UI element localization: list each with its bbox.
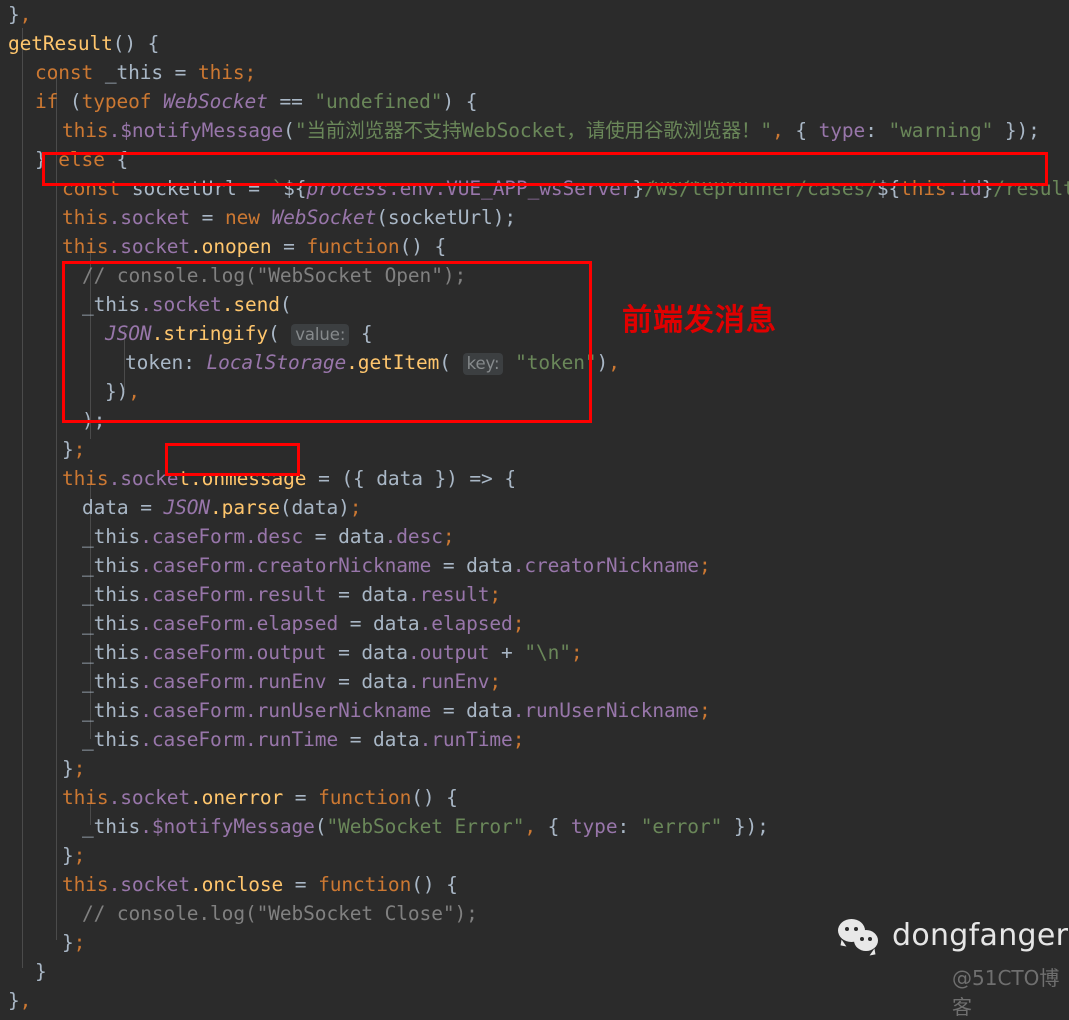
spellcheck-underline bbox=[645, 182, 749, 186]
code-line: _this.$notifyMessage("WebSocket Error", … bbox=[82, 815, 769, 838]
code-line: data = JSON.parse(data); bbox=[82, 496, 362, 519]
code-line: _this.caseForm.runEnv = data.runEnv; bbox=[82, 670, 502, 693]
code-line: _this.caseForm.runUserNickname = data.ru… bbox=[82, 699, 711, 722]
code-line: const socketUrl = `${process.env.VUE_APP… bbox=[62, 177, 1069, 200]
watermark-name: dongfanger bbox=[892, 918, 1069, 953]
code-line: _this.socket.send( bbox=[82, 293, 292, 316]
watermark: dongfanger bbox=[838, 918, 1068, 953]
code-line: this.socket.onerror = function() { bbox=[62, 786, 458, 809]
code-line: _this.caseForm.output = data.output + "\… bbox=[82, 641, 583, 664]
code-line: }), bbox=[105, 380, 140, 403]
wechat-icon bbox=[838, 918, 882, 953]
code-line: this.socket.onclose = function() { bbox=[62, 873, 458, 896]
code-line: }; bbox=[62, 844, 86, 867]
code-line: this.socket = new WebSocket(socketUrl); bbox=[62, 206, 516, 229]
code-line: const _this = this; bbox=[35, 61, 257, 84]
code-line: JSON.stringify( value: { bbox=[105, 322, 373, 346]
code-line: getResult() { bbox=[8, 32, 160, 55]
code-line: _this.caseForm.runTime = data.runTime; bbox=[82, 728, 525, 751]
code-line: // console.log("WebSocket Open"); bbox=[82, 264, 467, 287]
watermark-site: @51CTO博客 bbox=[952, 966, 1060, 1019]
code-line: }, bbox=[8, 3, 32, 26]
code-block: }, getResult() { const _this = this; if … bbox=[0, 0, 1069, 1015]
code-line: this.$notifyMessage("当前浏览器不支持WebSocket，请… bbox=[62, 119, 1040, 142]
code-line: }; bbox=[62, 757, 86, 780]
inline-hint-key: key: bbox=[462, 353, 504, 375]
code-line: _this.caseForm.creatorNickname = data.cr… bbox=[82, 554, 711, 577]
inline-hint-value: value: bbox=[291, 324, 350, 346]
code-line: } bbox=[35, 960, 47, 983]
code-line: this.socket.onopen = function() { bbox=[62, 235, 447, 258]
code-line: ); bbox=[82, 409, 106, 432]
code-line: if (typeof WebSocket == "undefined") { bbox=[35, 90, 478, 113]
code-line: _this.caseForm.desc = data.desc; bbox=[82, 525, 455, 548]
code-line: }; bbox=[62, 438, 86, 461]
annotation-note-frontend-send: 前端发消息 bbox=[622, 303, 777, 338]
code-line: _this.caseForm.result = data.result; bbox=[82, 583, 502, 606]
code-editor[interactable]: }, getResult() { const _this = this; if … bbox=[0, 0, 1069, 1019]
code-line: }, bbox=[8, 989, 32, 1012]
code-line: this.socket.onmessage = ({ data }) => { bbox=[62, 467, 516, 490]
code-line: } else { bbox=[35, 148, 129, 171]
code-line: token: LocalStorage.getItem( key: "token… bbox=[125, 351, 620, 375]
code-line: _this.caseForm.elapsed = data.elapsed; bbox=[82, 612, 525, 635]
